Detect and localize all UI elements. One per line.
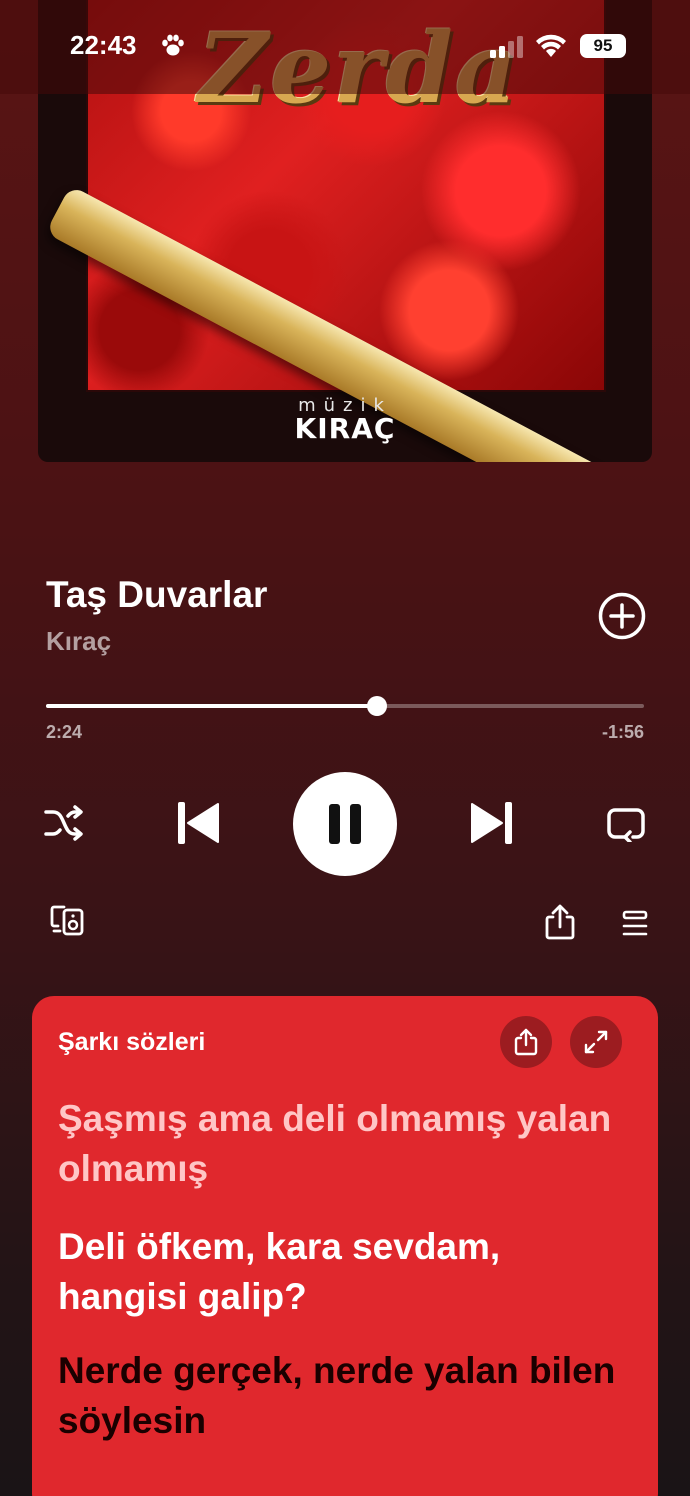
lyric-line-next[interactable]: Nerde gerçek, nerde yalan bilen söylesin (58, 1346, 638, 1446)
lyric-line-current[interactable]: Deli öfkem, kara sevdam, hangisi galip? (58, 1222, 638, 1322)
previous-track-button[interactable] (176, 800, 220, 846)
pause-icon (329, 804, 361, 844)
expand-icon (584, 1030, 608, 1054)
lyrics-card[interactable]: Şarkı sözleri Şaşmış ama deli olmamış ya… (32, 996, 658, 1496)
paw-icon (162, 34, 184, 56)
pause-button[interactable] (293, 772, 397, 876)
lyrics-header: Şarkı sözleri (58, 1028, 206, 1056)
repeat-button[interactable] (606, 806, 646, 842)
lyric-line-previous[interactable]: Şaşmış ama deli olmamış yalan olmamış (58, 1094, 638, 1194)
status-bar: 22:43 95 (0, 0, 690, 94)
wifi-icon (536, 34, 566, 57)
share-button[interactable] (544, 904, 576, 940)
track-title[interactable]: Taş Duvarlar (46, 574, 267, 616)
progress-bar[interactable] (46, 696, 644, 716)
battery-indicator: 95 (580, 34, 626, 58)
status-time: 22:43 (70, 30, 137, 60)
cellular-signal-icon (490, 36, 523, 58)
shuffle-button[interactable] (44, 804, 84, 842)
time-elapsed: 2:24 (46, 722, 83, 742)
time-remaining: -1:56 (601, 722, 644, 742)
queue-button[interactable] (622, 910, 648, 938)
album-brand-label: KIRAÇ (294, 412, 396, 445)
lyrics-share-button[interactable] (500, 1016, 552, 1068)
track-artist[interactable]: Kıraç (46, 626, 111, 657)
connect-devices-button[interactable] (50, 904, 84, 936)
next-track-button[interactable] (470, 800, 514, 846)
add-to-library-button[interactable] (598, 592, 646, 640)
progress-thumb[interactable] (366, 696, 387, 716)
progress-fill (46, 704, 377, 708)
lyrics-expand-button[interactable] (570, 1016, 622, 1068)
share-icon (514, 1028, 538, 1056)
